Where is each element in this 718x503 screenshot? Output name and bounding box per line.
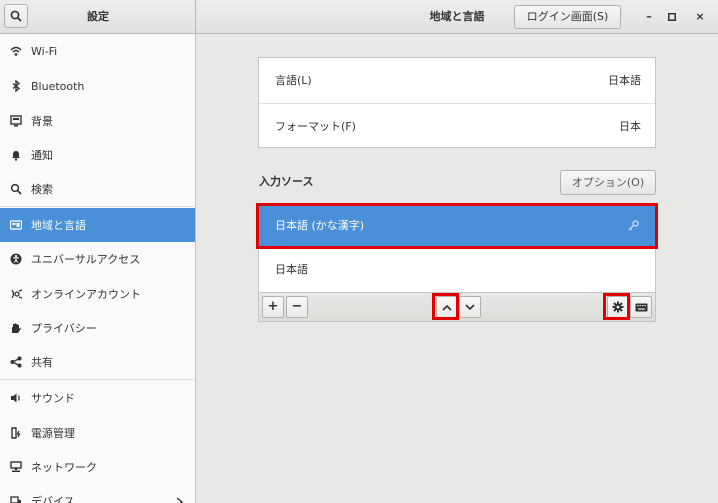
sidebar-item-power[interactable]: 電源管理 xyxy=(0,416,195,450)
maximize-icon xyxy=(668,13,676,21)
chevron-down-icon xyxy=(465,303,475,310)
sidebar-item-label: ネットワーク xyxy=(31,461,97,474)
input-source-item[interactable]: 日本語 xyxy=(258,247,656,292)
language-row[interactable]: 言語(L) 日本語 xyxy=(259,58,655,103)
sidebar: Wi-Fi Bluetooth 背景 通知 検索 地域と言語 ユニバーサルアクセ… xyxy=(0,34,196,503)
search-button[interactable] xyxy=(4,4,28,28)
sidebar-item-wifi[interactable]: Wi-Fi xyxy=(0,34,195,68)
sidebar-item-sharing[interactable]: 共有 xyxy=(0,345,195,380)
sidebar-item-notifications[interactable]: 通知 xyxy=(0,138,195,172)
sidebar-item-label: サウンド xyxy=(31,392,75,405)
minimize-button[interactable]: – xyxy=(640,8,658,26)
sidebar-item-background[interactable]: 背景 xyxy=(0,104,195,138)
format-label: フォーマット(F) xyxy=(275,120,356,133)
options-button[interactable]: オプション(O) xyxy=(560,170,656,195)
sidebar-item-label: 電源管理 xyxy=(31,427,75,440)
sidebar-item-label: 地域と言語 xyxy=(31,219,86,232)
sidebar-item-label: プライバシー xyxy=(31,322,97,335)
online-accounts-icon xyxy=(8,288,24,300)
keyboard-layout-button[interactable] xyxy=(630,296,652,318)
login-screen-button[interactable]: ログイン画面(S) xyxy=(514,5,621,29)
sidebar-item-label: 通知 xyxy=(31,149,53,162)
share-icon xyxy=(8,356,24,368)
network-icon xyxy=(8,461,24,473)
panel-title: 地域と言語 xyxy=(429,10,485,23)
remove-input-source-button[interactable]: − xyxy=(286,296,308,318)
sidebar-item-network[interactable]: ネットワーク xyxy=(0,450,195,484)
header-left: 設定 xyxy=(0,0,196,33)
devices-icon xyxy=(8,495,24,503)
key-icon xyxy=(628,220,639,234)
search-icon xyxy=(8,183,24,195)
sidebar-item-region[interactable]: 地域と言語 xyxy=(0,208,195,242)
language-label: 言語(L) xyxy=(275,74,312,87)
input-source-label: 日本語 xyxy=(275,263,308,276)
search-icon xyxy=(10,10,22,22)
sidebar-item-label: 背景 xyxy=(31,115,53,128)
move-down-button[interactable] xyxy=(459,296,481,318)
accessibility-icon xyxy=(8,253,24,265)
chevron-up-icon xyxy=(442,304,452,311)
sidebar-item-universal-access[interactable]: ユニバーサルアクセス xyxy=(0,242,195,276)
move-up-button[interactable] xyxy=(436,296,458,318)
sidebar-item-bluetooth[interactable]: Bluetooth xyxy=(0,69,195,103)
sidebar-item-label: デバイス xyxy=(31,495,75,503)
wifi-icon xyxy=(8,45,24,57)
header-bar: 設定 地域と言語 ログイン画面(S) – × xyxy=(0,0,718,34)
sidebar-item-label: ユニバーサルアクセス xyxy=(31,253,141,266)
sidebar-item-label: Bluetooth xyxy=(31,79,85,93)
power-icon xyxy=(8,427,24,439)
region-icon xyxy=(8,220,24,230)
sidebar-item-label: 検索 xyxy=(31,183,53,196)
input-sources-title: 入力ソース xyxy=(259,175,314,188)
background-icon xyxy=(8,115,24,127)
bell-icon xyxy=(8,149,24,161)
add-input-source-button[interactable]: + xyxy=(262,296,284,318)
language-format-frame: 言語(L) 日本語 フォーマット(F) 日本 xyxy=(258,57,656,148)
bluetooth-icon xyxy=(8,80,24,92)
sidebar-item-label: オンラインアカウント xyxy=(31,288,141,301)
language-value: 日本語 xyxy=(608,74,641,87)
input-source-label: 日本語 (かな漢字) xyxy=(275,219,365,232)
maximize-button[interactable] xyxy=(663,8,681,26)
chevron-right-icon xyxy=(176,497,184,503)
app-title: 設定 xyxy=(87,10,109,23)
gear-icon xyxy=(612,301,624,313)
input-source-settings-button[interactable] xyxy=(607,296,629,318)
sidebar-item-label: Wi-Fi xyxy=(31,44,58,58)
format-row[interactable]: フォーマット(F) 日本 xyxy=(259,104,655,149)
input-source-item-selected[interactable]: 日本語 (かな漢字) xyxy=(258,205,656,247)
sidebar-item-online-accounts[interactable]: オンラインアカウント xyxy=(0,277,195,311)
sidebar-item-devices[interactable]: デバイス xyxy=(0,484,195,503)
keyboard-icon xyxy=(635,303,647,311)
sidebar-item-sound[interactable]: サウンド xyxy=(0,381,195,415)
sidebar-item-label: 共有 xyxy=(31,356,53,369)
close-button[interactable]: × xyxy=(691,8,709,26)
input-source-toolbar: + − xyxy=(258,292,656,322)
format-value: 日本 xyxy=(619,120,641,133)
speaker-icon xyxy=(8,392,24,404)
sidebar-item-privacy[interactable]: プライバシー xyxy=(0,311,195,345)
sidebar-item-search[interactable]: 検索 xyxy=(0,172,195,207)
privacy-hand-icon xyxy=(8,322,24,334)
